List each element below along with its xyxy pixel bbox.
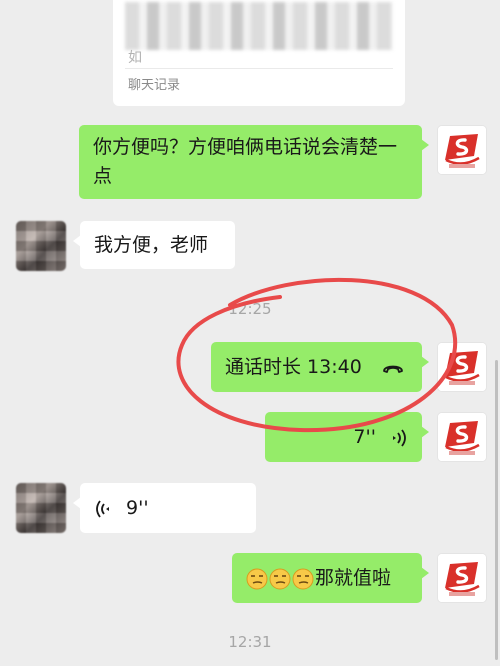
scrollbar[interactable]: [495, 360, 498, 660]
record-divider: [125, 68, 393, 69]
logo-icon: [438, 126, 486, 174]
voice-wave-right-icon: [393, 428, 406, 447]
contact-avatar[interactable]: [16, 483, 66, 533]
logo-icon: [438, 343, 486, 391]
voice-message-received[interactable]: 9'': [73, 483, 256, 533]
smirk-emoji-icon: [269, 568, 291, 589]
call-record-bubble[interactable]: 通话时长 13:40: [211, 342, 429, 392]
phone-handset-icon: [382, 365, 403, 373]
record-preview-stub: 如: [128, 50, 142, 66]
timestamp: 12:25: [228, 300, 272, 318]
message-text: 那就值啦: [315, 567, 392, 589]
message-bubble-received[interactable]: 我方便，老师: [73, 221, 235, 269]
message-bubble-sent[interactable]: 那就值啦: [232, 553, 429, 603]
call-duration-text: 通话时长 13:40: [225, 356, 362, 378]
my-avatar[interactable]: [437, 342, 487, 392]
avatar-mosaic: [16, 483, 66, 533]
record-footer-label: 聊天记录: [128, 78, 181, 93]
my-avatar[interactable]: [437, 553, 487, 603]
voice-duration: 9'': [126, 497, 149, 519]
timestamp: 12:31: [228, 633, 272, 651]
contact-avatar[interactable]: [16, 221, 66, 271]
logo-icon: [438, 554, 486, 602]
smirk-emoji-icon: [246, 568, 268, 589]
my-avatar[interactable]: [437, 412, 487, 462]
message-bubble-sent[interactable]: 你方便吗？方便咱俩电话说会清楚一点: [79, 125, 429, 199]
voice-message-sent[interactable]: 7'': [265, 412, 429, 462]
avatar-mosaic: [16, 221, 66, 271]
voice-duration: 7'': [353, 426, 376, 448]
my-avatar[interactable]: [437, 125, 487, 175]
logo-icon: [438, 413, 486, 461]
blurred-record-preview: [125, 2, 393, 50]
message-text: 我方便，老师: [94, 234, 209, 256]
chat-record-card[interactable]: 如 聊天记录: [113, 0, 405, 106]
message-text: 你方便吗？方便咱俩电话说会清楚一点: [93, 136, 398, 187]
voice-wave-left-icon: [96, 499, 109, 518]
smirk-emoji-icon: [292, 568, 314, 589]
